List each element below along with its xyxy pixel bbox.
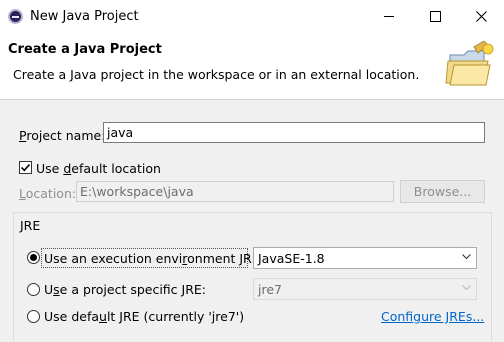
default-jre-radio[interactable] (27, 310, 40, 323)
page-title: Create a Java Project (8, 42, 162, 57)
app-icon (8, 9, 23, 24)
chevron-down-icon (462, 285, 471, 291)
window-title: New Java Project (30, 9, 139, 24)
folder-wizard-icon (445, 41, 494, 86)
default-location-label-prefix: Use (36, 161, 64, 176)
option2-label-prefix: U (44, 282, 54, 297)
checkmark-icon (20, 163, 31, 172)
project-name-label: Project name: (19, 128, 105, 143)
project-name-label-text: roject name: (26, 128, 106, 143)
project-specific-jre-radio[interactable] (27, 283, 40, 296)
default-jre-label[interactable]: Use default JRE (currently 'jre7') (44, 309, 244, 324)
project-specific-jre-label[interactable]: Use a project specific JRE: (44, 282, 206, 297)
browse-button[interactable]: Browse... (400, 180, 485, 203)
close-button[interactable] (458, 0, 504, 33)
option3-label-text: lt JRE (currently 'jre7') (106, 309, 245, 324)
default-location-checkbox[interactable] (19, 161, 32, 174)
default-location-label[interactable]: Use default location (36, 161, 161, 176)
wizard-header: Create a Java Project Create a Java proj… (0, 33, 504, 100)
radio-selected-dot (30, 254, 37, 261)
option3-label-mnemonic: u (99, 309, 107, 324)
configure-jres-link[interactable]: Configure JREs... (381, 309, 484, 324)
close-icon (475, 11, 487, 22)
option3-label-prefix: Use defa (44, 309, 100, 324)
option2-label-text: e a project specific JRE: (59, 282, 207, 297)
project-name-input[interactable]: java (103, 122, 485, 143)
location-label-mnemonic: L (19, 186, 26, 201)
minimize-icon (384, 16, 394, 17)
execution-environment-label[interactable]: Use an execution environment JRE: (44, 251, 264, 266)
jre-group-label: JRE (20, 218, 41, 233)
location-input[interactable]: E:\workspace\java (76, 181, 394, 202)
execution-environment-radio[interactable] (27, 251, 40, 264)
execution-environment-select[interactable]: JavaSE-1.8 (253, 247, 477, 269)
default-location-label-text: efault location (71, 161, 161, 176)
minimize-button[interactable] (366, 0, 412, 33)
project-specific-jre-value: jre7 (258, 282, 282, 297)
chevron-down-icon (462, 254, 471, 260)
execution-environment-value: JavaSE-1.8 (258, 251, 325, 266)
page-description: Create a Java project in the workspace o… (13, 67, 420, 82)
location-label-text: ocation: (25, 186, 77, 201)
option1-label-prefix: Use an execution envi (44, 251, 183, 266)
maximize-icon (429, 11, 441, 22)
maximize-button[interactable] (412, 0, 458, 33)
location-label: Location: (19, 186, 76, 201)
title-bar: New Java Project (0, 0, 504, 34)
project-specific-jre-select[interactable]: jre7 (253, 278, 477, 300)
